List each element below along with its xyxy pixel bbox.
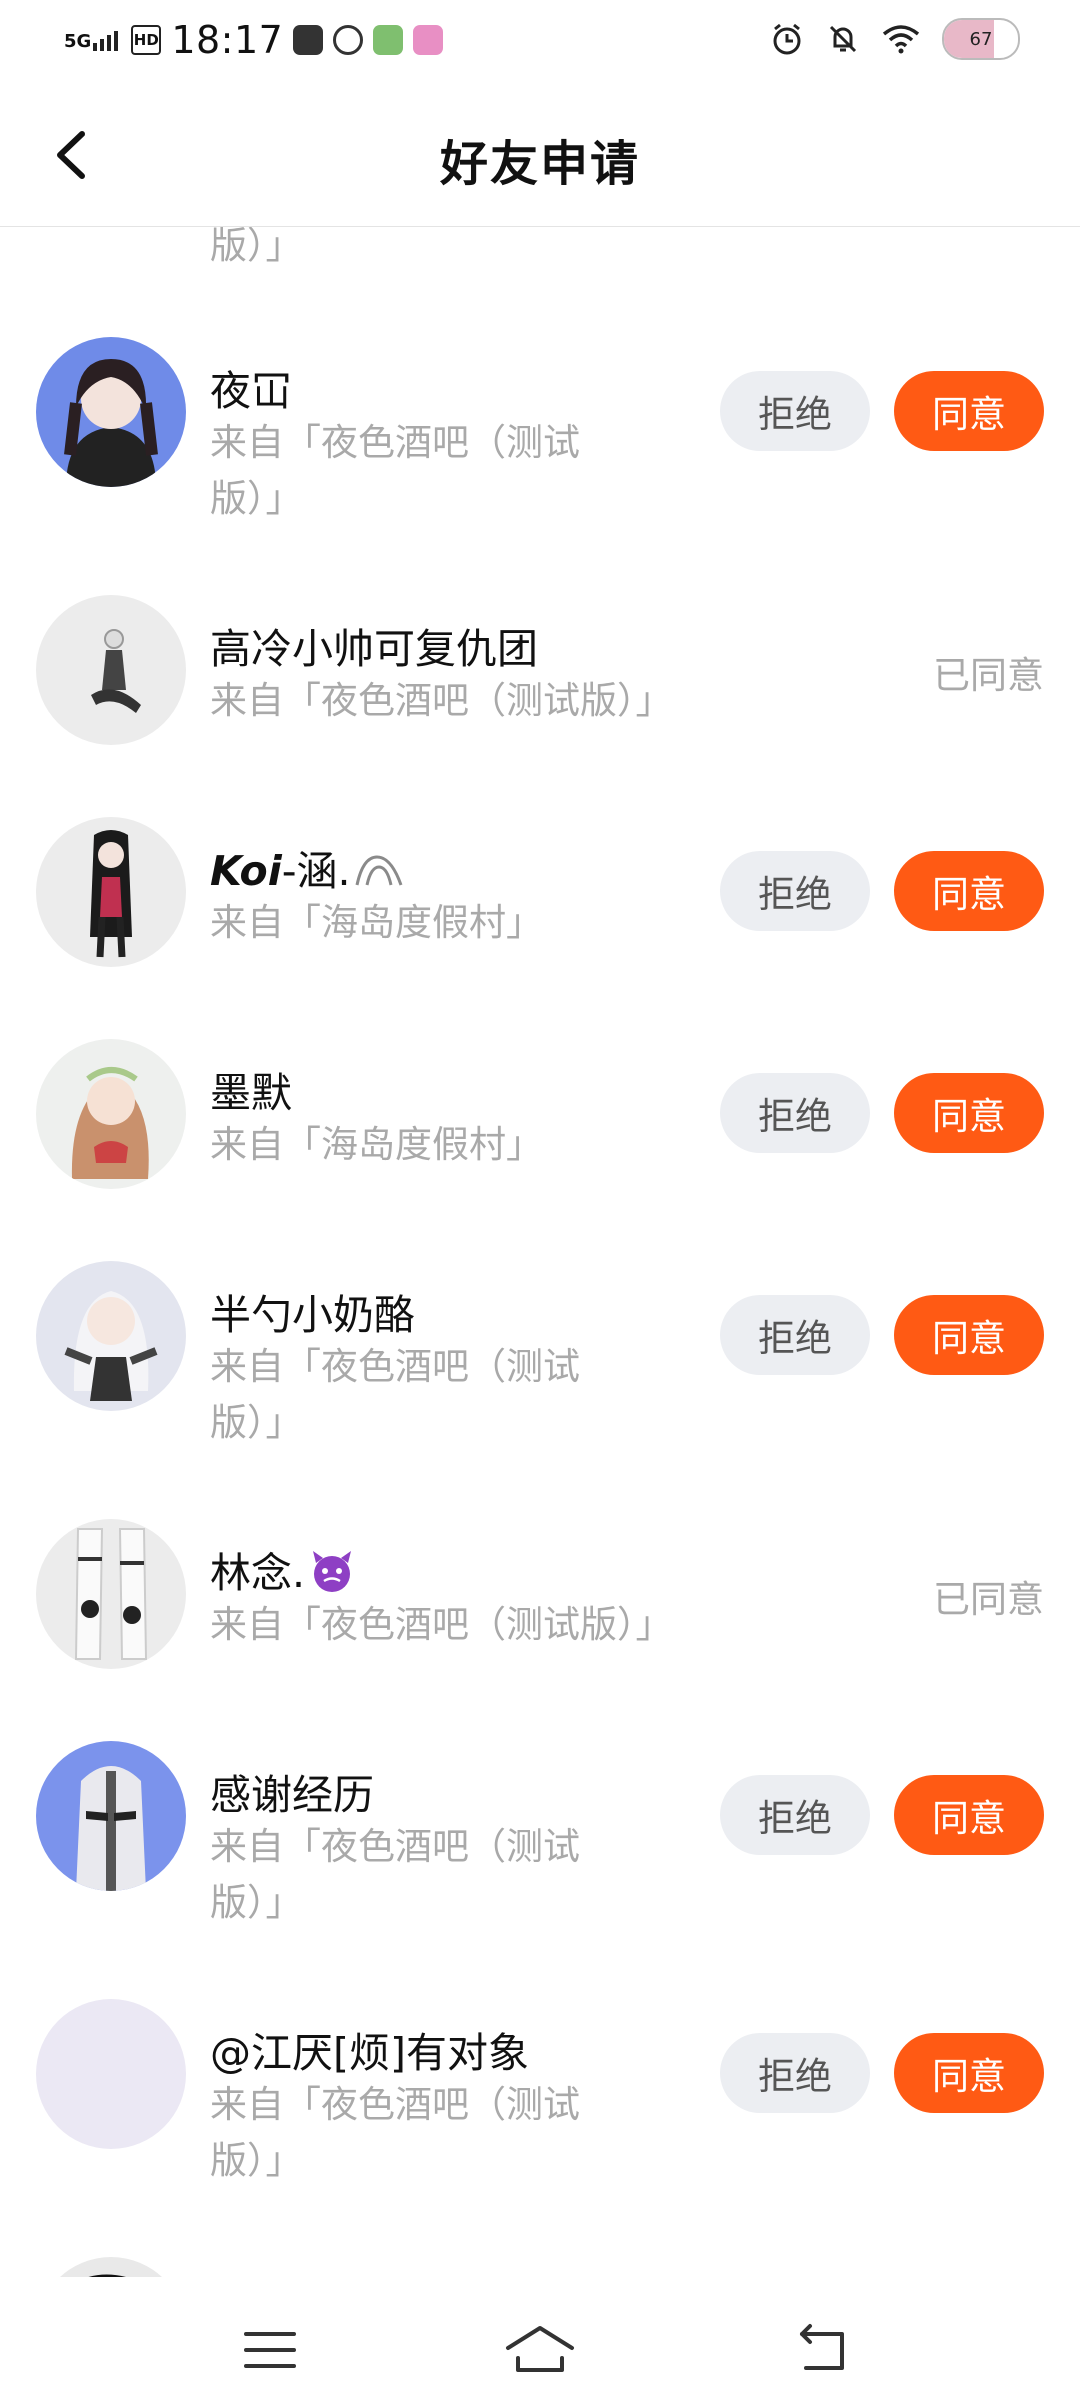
reject-button[interactable]: 拒绝 — [720, 1295, 870, 1375]
accept-button[interactable]: 同意 — [894, 851, 1044, 931]
request-source: 来自「夜色酒吧（测试版）」 — [210, 1603, 673, 1646]
avatar[interactable] — [36, 1741, 186, 1891]
request-source: 来自「夜色酒吧（测试版）」 — [210, 1825, 580, 1924]
network-type: 5G — [64, 31, 92, 52]
browser-app-icon — [333, 25, 364, 55]
request-name: 高冷小帅可复仇团 — [210, 625, 538, 673]
request-name: 半勺小奶酪 — [210, 1291, 415, 1339]
avatar[interactable] — [36, 337, 186, 487]
page-title: 好友申请 — [439, 136, 640, 192]
name-text: 林念. — [210, 1549, 306, 1597]
devil-emoji-icon — [313, 1551, 352, 1592]
status-right: 67 — [770, 18, 1020, 60]
reject-button[interactable]: 拒绝 — [720, 2033, 870, 2113]
accept-button[interactable]: 同意 — [894, 371, 1044, 451]
accepted-status: 已同意 — [933, 654, 1044, 697]
request-name: 夜冚 — [210, 367, 292, 415]
page-header: 好友申请 — [0, 84, 1080, 227]
shell-emoji-icon — [355, 855, 402, 886]
battery-percent: 67 — [969, 28, 993, 50]
name-prefix: Koi — [210, 847, 282, 895]
request-source: 来自「海岛度假村」 — [210, 1123, 543, 1166]
mute-bell-icon — [829, 25, 857, 53]
back-nav-button[interactable] — [780, 2320, 860, 2380]
reject-button[interactable]: 拒绝 — [720, 1775, 870, 1855]
signal-indicator: 5G — [64, 29, 121, 51]
wifi-icon — [882, 25, 920, 54]
request-name: 感谢经历 — [210, 1771, 374, 1819]
avatar[interactable] — [36, 1261, 186, 1411]
request-name: @江厌[烦]有对象 — [210, 2029, 529, 2077]
signal-icon — [93, 31, 119, 51]
menu-icon — [244, 2332, 296, 2368]
accepted-status: 已同意 — [933, 1578, 1044, 1621]
avatar[interactable] — [36, 1039, 186, 1189]
game-app-icon — [373, 25, 404, 55]
avatar[interactable] — [36, 2257, 186, 2277]
system-nav-bar — [0, 2280, 1080, 2408]
accept-button[interactable]: 同意 — [894, 1073, 1044, 1153]
accept-button[interactable]: 同意 — [894, 1295, 1044, 1375]
name-text: -涵. — [281, 847, 351, 895]
home-icon — [506, 2326, 574, 2372]
home-button[interactable] — [500, 2320, 580, 2380]
reject-button[interactable]: 拒绝 — [720, 851, 870, 931]
battery-indicator: 67 — [942, 18, 1020, 60]
pink-app-icon — [413, 25, 444, 55]
partial-source-text: 版）」 — [210, 227, 303, 267]
status-bar: 5G HD 18:17 67 — [0, 0, 1080, 84]
avatar[interactable] — [36, 1999, 186, 2149]
accept-button[interactable]: 同意 — [894, 2033, 1044, 2113]
alarm-icon — [773, 23, 801, 55]
avatar[interactable] — [36, 1519, 186, 1669]
request-name: 林念. — [210, 1539, 357, 1599]
request-source: 来自「夜色酒吧（测试版）」 — [210, 679, 673, 722]
request-source: 来自「夜色酒吧（测试版）」 — [210, 421, 580, 520]
clock: 18:17 — [171, 18, 284, 62]
return-icon — [800, 2324, 844, 2370]
recents-button[interactable] — [230, 2320, 310, 2380]
request-name: 墨默 — [210, 1069, 292, 1117]
request-source: 来自「夜色酒吧（测试版）」 — [210, 2083, 580, 2182]
request-name: Koi-涵. — [210, 837, 405, 897]
avatar[interactable] — [36, 595, 186, 745]
messages-app-icon — [293, 25, 324, 55]
avatar[interactable] — [36, 817, 186, 967]
reject-button[interactable]: 拒绝 — [720, 371, 870, 451]
status-left: 5G HD 18:17 — [64, 18, 444, 62]
request-source: 来自「海岛度假村」 — [210, 901, 543, 944]
friend-request-list[interactable]: 版）」 夜冚 来自「夜色酒吧（测试版）」 拒绝 同意 高冷小帅可复仇团 来自「夜… — [0, 227, 1080, 2277]
request-source: 来自「夜色酒吧（测试版）」 — [210, 1345, 580, 1444]
accept-button[interactable]: 同意 — [894, 1775, 1044, 1855]
reject-button[interactable]: 拒绝 — [720, 1073, 870, 1153]
hd-badge: HD — [131, 25, 162, 55]
